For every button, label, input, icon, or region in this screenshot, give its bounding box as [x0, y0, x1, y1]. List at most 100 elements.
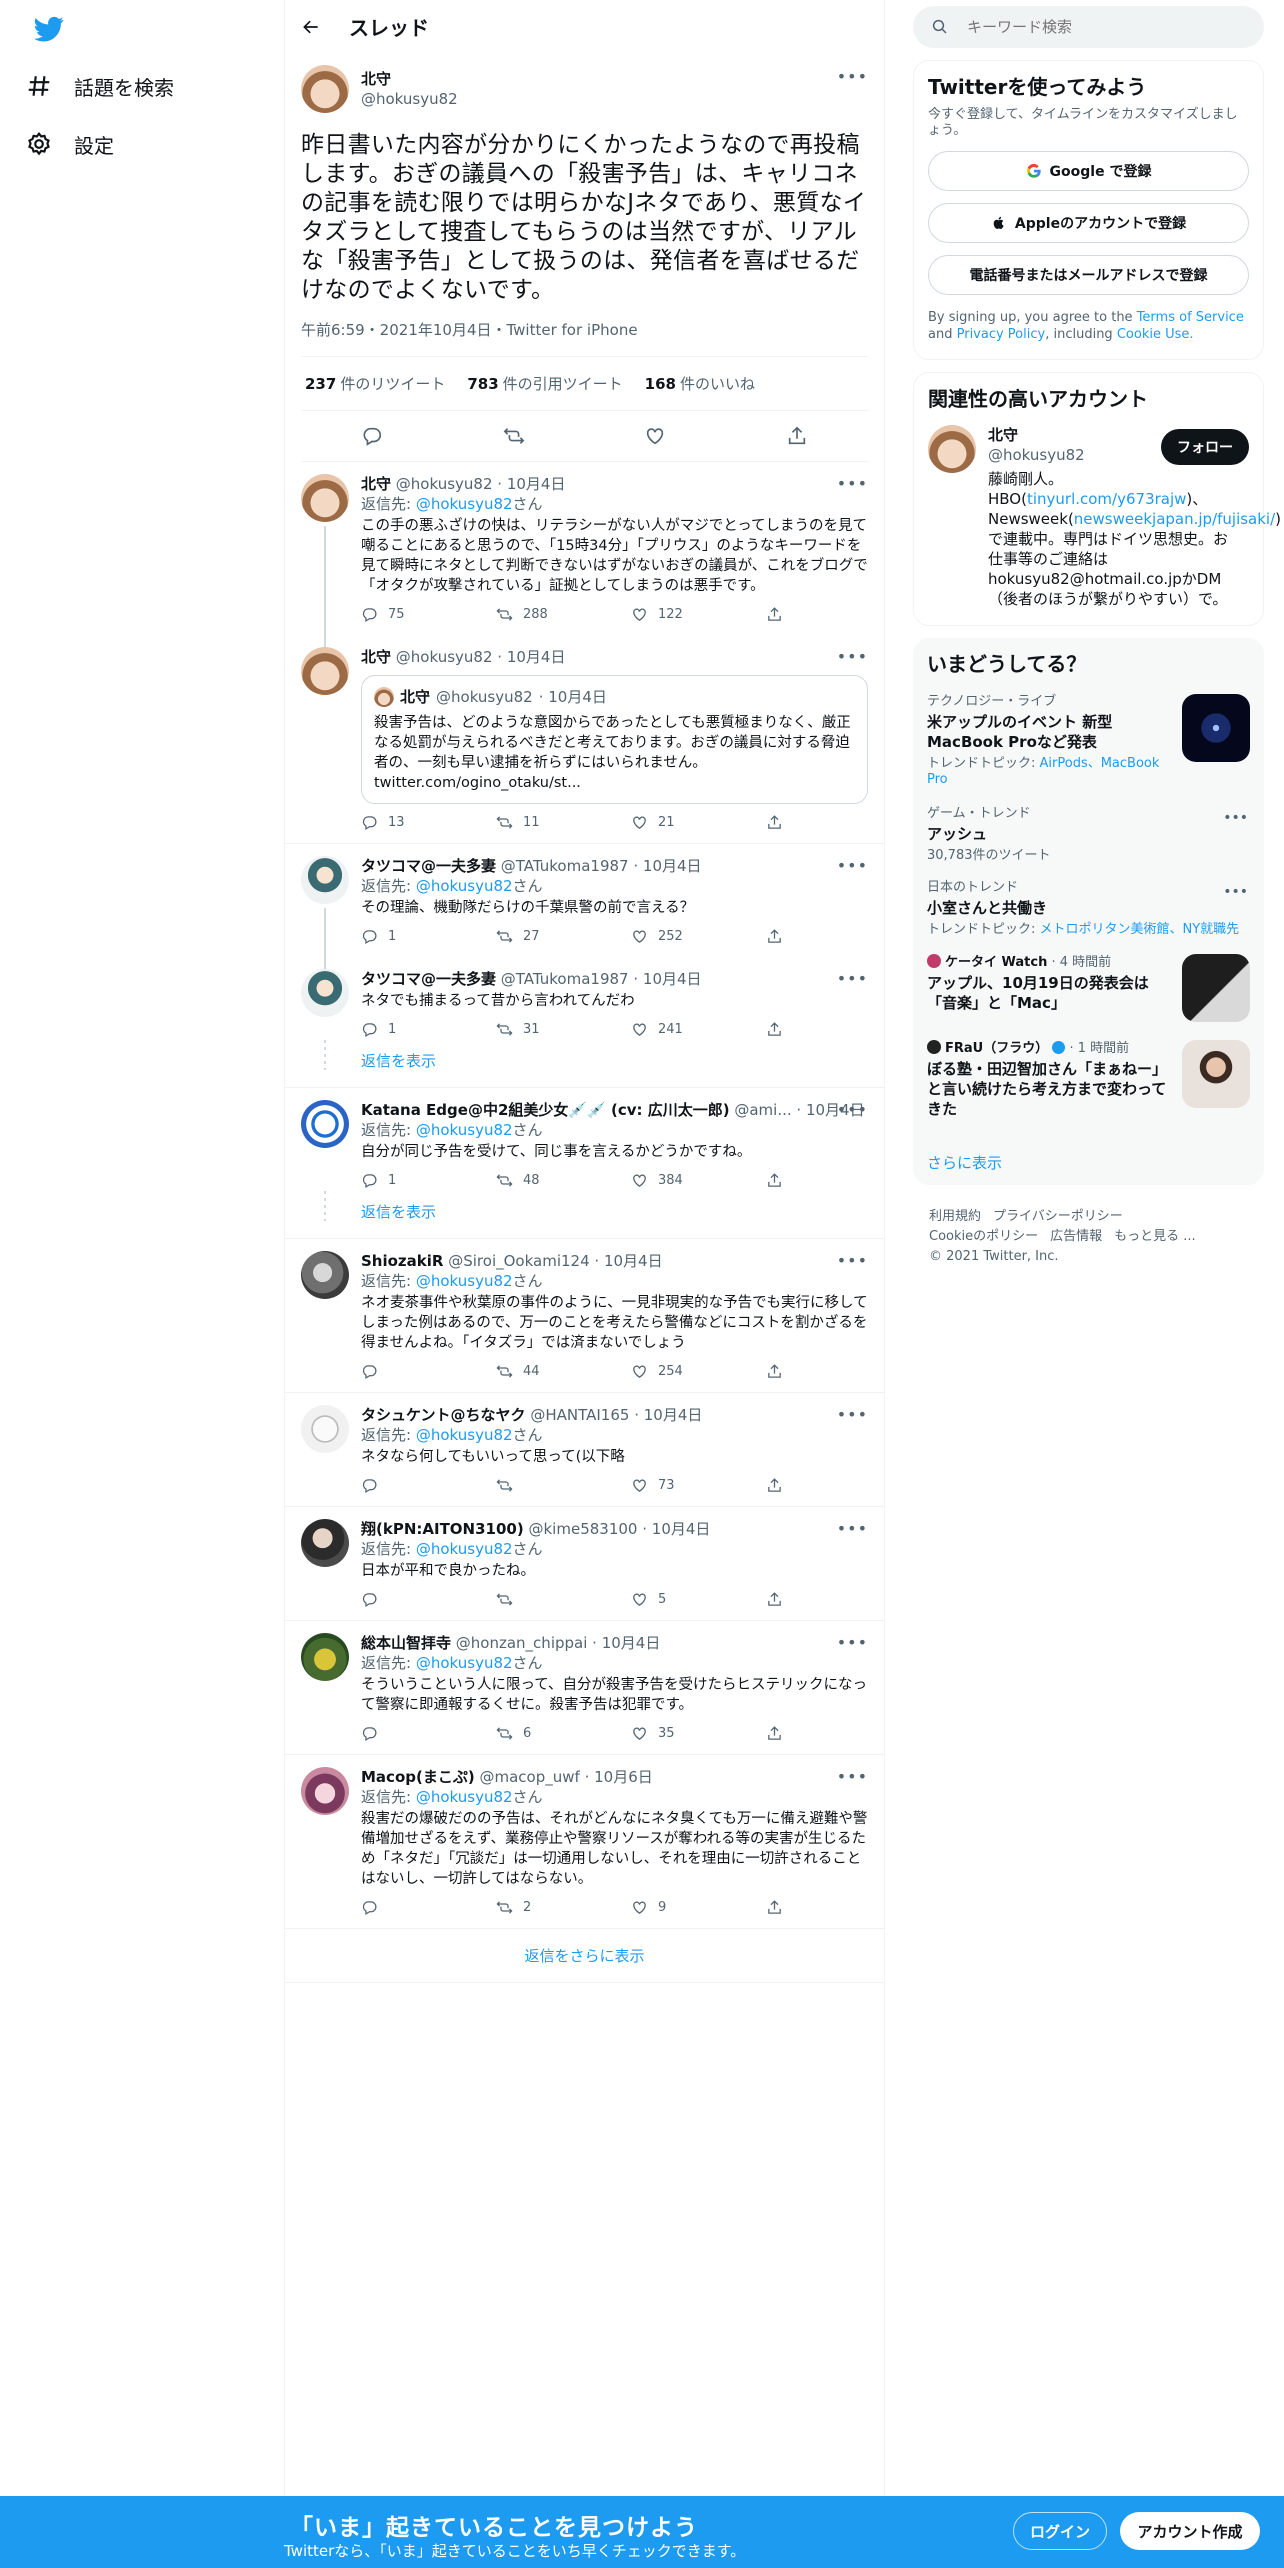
more-options-icon[interactable]: ••• [837, 647, 868, 666]
like-button[interactable]: 35 [631, 1725, 726, 1742]
show-replies-link[interactable]: 返信を表示 [285, 1191, 884, 1239]
footer-link[interactable]: プライバシーポリシー [993, 1209, 1123, 1224]
tweet-date[interactable]: 10月4日 [644, 1406, 703, 1424]
apple-signup-button[interactable]: Appleのアカウントで登録 [928, 203, 1249, 243]
bio-link[interactable]: newsweekjapan.jp/fujisaki/ [1074, 510, 1275, 528]
reply-tweet[interactable]: ShiozakiR @Siroi_Ookami124 · 10月4日 ••• 返信先… [285, 1239, 884, 1393]
trend-item[interactable]: ゲーム・トレンド アッシュ 30,783件のツイート ••• [927, 806, 1250, 864]
author-handle[interactable]: @hokusyu82 [361, 89, 458, 109]
more-options-icon[interactable]: ••• [837, 1519, 868, 1538]
like-button[interactable]: 254 [631, 1363, 726, 1380]
avatar[interactable] [301, 969, 349, 1017]
author-handle[interactable]: @kime583100 [529, 1520, 638, 1538]
reply-tweet[interactable]: 翔(kPN:AITON3100) @kime583100 · 10月4日 ••• 返… [285, 1507, 884, 1621]
avatar[interactable] [301, 1251, 349, 1299]
author-handle[interactable]: @honzan_chippai [456, 1634, 588, 1652]
like-count[interactable]: 168 件のいいね [645, 373, 755, 394]
reply-tweet[interactable]: 北守 @hokusyu82 · 10月4日 ••• 北守 @hokusyu82 · 10… [285, 635, 884, 844]
show-more-trends-link[interactable]: さらに表示 [927, 1152, 1250, 1173]
author-name[interactable]: 翔(kPN:AITON3100) [361, 1520, 524, 1538]
show-replies-link[interactable]: 返信を表示 [285, 1040, 884, 1088]
like-button[interactable]: 384 [631, 1172, 726, 1189]
author-name[interactable]: ShiozakiR [361, 1252, 443, 1270]
more-options-icon[interactable]: ••• [1223, 810, 1248, 826]
share-icon[interactable] [786, 425, 808, 447]
google-signup-button[interactable]: Google で登録 [928, 151, 1249, 191]
cookie-link[interactable]: Cookie Use. [1117, 327, 1194, 342]
share-button[interactable] [766, 1021, 786, 1038]
author-name[interactable]: タツコマ@一夫多妻 [361, 970, 496, 988]
tweet-date[interactable]: 10月4日 [602, 1634, 661, 1652]
reply-button[interactable]: 75 [361, 606, 456, 623]
retweet-count[interactable]: 237 件のリツイート [305, 373, 445, 394]
author-name[interactable]: 総本山智拝寺 [361, 1634, 451, 1652]
avatar[interactable] [301, 1405, 349, 1453]
author-handle[interactable]: @ami... [734, 1101, 791, 1119]
share-button[interactable] [766, 1172, 786, 1189]
author-name[interactable]: 北守 [361, 69, 458, 89]
retweet-button[interactable]: 11 [496, 814, 591, 831]
author-name[interactable]: タシュケント@ちなヤク [361, 1406, 526, 1424]
trend-item[interactable]: 日本のトレンド 小室さんと共働き トレンドトピック: メトロポリタン美術館、NY… [927, 880, 1250, 938]
more-options-icon[interactable]: ••• [837, 67, 868, 86]
author-handle[interactable]: @HANTAI165 [530, 1406, 629, 1424]
avatar[interactable] [301, 1519, 349, 1567]
author-handle[interactable]: @macop_uwf [479, 1768, 579, 1786]
reply-tweet[interactable]: Katana Edge@中2組美少女💉💉 (cv: 広川太一郎) @ami...… [285, 1088, 884, 1201]
share-button[interactable] [766, 1477, 786, 1494]
tweet-date[interactable]: 10月4日 [507, 648, 566, 666]
search-bar[interactable] [913, 6, 1264, 48]
reply-button[interactable] [361, 1477, 456, 1494]
bio-link[interactable]: tinyurl.com/y673rajw [1027, 490, 1186, 508]
reply-button[interactable] [361, 1591, 456, 1608]
terms-link[interactable]: Terms of Service [1137, 310, 1244, 325]
share-button[interactable] [766, 1363, 786, 1380]
more-options-icon[interactable]: ••• [837, 1633, 868, 1652]
like-button[interactable]: 5 [631, 1591, 726, 1608]
retweet-button[interactable]: 31 [496, 1021, 591, 1038]
twitter-logo-icon[interactable] [32, 14, 66, 44]
author-name[interactable]: Katana Edge@中2組美少女💉💉 (cv: 広川太一郎) [361, 1101, 730, 1119]
like-button[interactable]: 73 [631, 1477, 726, 1494]
avatar[interactable] [301, 474, 349, 522]
reply-tweet[interactable]: 北守 @hokusyu82 · 10月4日 ••• 返信先: @hokusyu82さ… [285, 462, 884, 647]
reply-tweet[interactable]: Macop(まこぷ) @macop_uwf · 10月6日 ••• 返信先: @ho… [285, 1755, 884, 1929]
share-button[interactable] [766, 1899, 786, 1916]
trend-item[interactable]: テクノロジー・ライブ 米アップルのイベント 新型MacBook Proなど発表 … [927, 694, 1250, 790]
signup-button[interactable]: アカウント作成 [1120, 2512, 1260, 2550]
phone-email-signup-button[interactable]: 電話番号またはメールアドレスで登録 [928, 255, 1249, 295]
like-button[interactable]: 21 [631, 814, 726, 831]
more-options-icon[interactable]: ••• [837, 1251, 868, 1270]
reply-target-link[interactable]: @hokusyu82 [416, 1654, 513, 1672]
like-button[interactable]: 9 [631, 1899, 726, 1916]
retweet-icon[interactable] [503, 425, 525, 447]
tweet-date[interactable]: 10月4日 [652, 1520, 711, 1538]
show-more-replies-button[interactable]: 返信をさらに表示 [285, 1929, 884, 1983]
news-item[interactable]: FRaU（フラウ） · 1 時間前 ぼる塾・田辺智加さん「まぁねー」と言い続けた… [927, 1040, 1250, 1130]
back-arrow-icon[interactable] [301, 17, 321, 37]
share-button[interactable] [766, 1725, 786, 1742]
reply-tweet[interactable]: タツコマ@一夫多妻 @TATukoma1987 · 10月4日 ••• 返信先: @… [285, 844, 884, 969]
reply-button[interactable]: 1 [361, 1172, 456, 1189]
reply-target-link[interactable]: @hokusyu82 [416, 1272, 513, 1290]
nav-explore[interactable]: 話題を検索 [26, 62, 174, 110]
footer-link[interactable]: 利用規約 [929, 1209, 981, 1224]
tweet-timestamp[interactable]: 午前6:59・2021年10月4日・Twitter for iPhone [301, 319, 868, 357]
retweet-button[interactable]: 288 [496, 606, 591, 623]
retweet-button[interactable]: 48 [496, 1172, 591, 1189]
relevant-account[interactable]: 北守 @hokusyu82 藤崎剛人。HBO(tinyurl.com/y673r… [928, 425, 1281, 609]
more-options-icon[interactable]: ••• [837, 474, 868, 493]
more-options-icon[interactable]: ••• [837, 1767, 868, 1786]
reply-tweet[interactable]: 総本山智拝寺 @honzan_chippai · 10月4日 ••• 返信先: @h… [285, 1621, 884, 1755]
reply-target-link[interactable]: @hokusyu82 [416, 1426, 513, 1444]
author-name[interactable]: Macop(まこぷ) [361, 1768, 475, 1786]
follow-button[interactable]: フォロー [1161, 429, 1249, 465]
author-handle[interactable]: @hokusyu82 [396, 475, 493, 493]
tweet-date[interactable]: 10月4日 [643, 857, 702, 875]
share-button[interactable] [766, 928, 786, 945]
reply-tweet[interactable]: タツコマ@一夫多妻 @TATukoma1987 · 10月4日 ••• ネタでも捕ま… [285, 957, 884, 1050]
reply-button[interactable] [361, 1725, 456, 1742]
reply-icon[interactable] [361, 425, 383, 447]
reply-target-link[interactable]: @hokusyu82 [416, 495, 513, 513]
reply-target-link[interactable]: @hokusyu82 [416, 877, 513, 895]
